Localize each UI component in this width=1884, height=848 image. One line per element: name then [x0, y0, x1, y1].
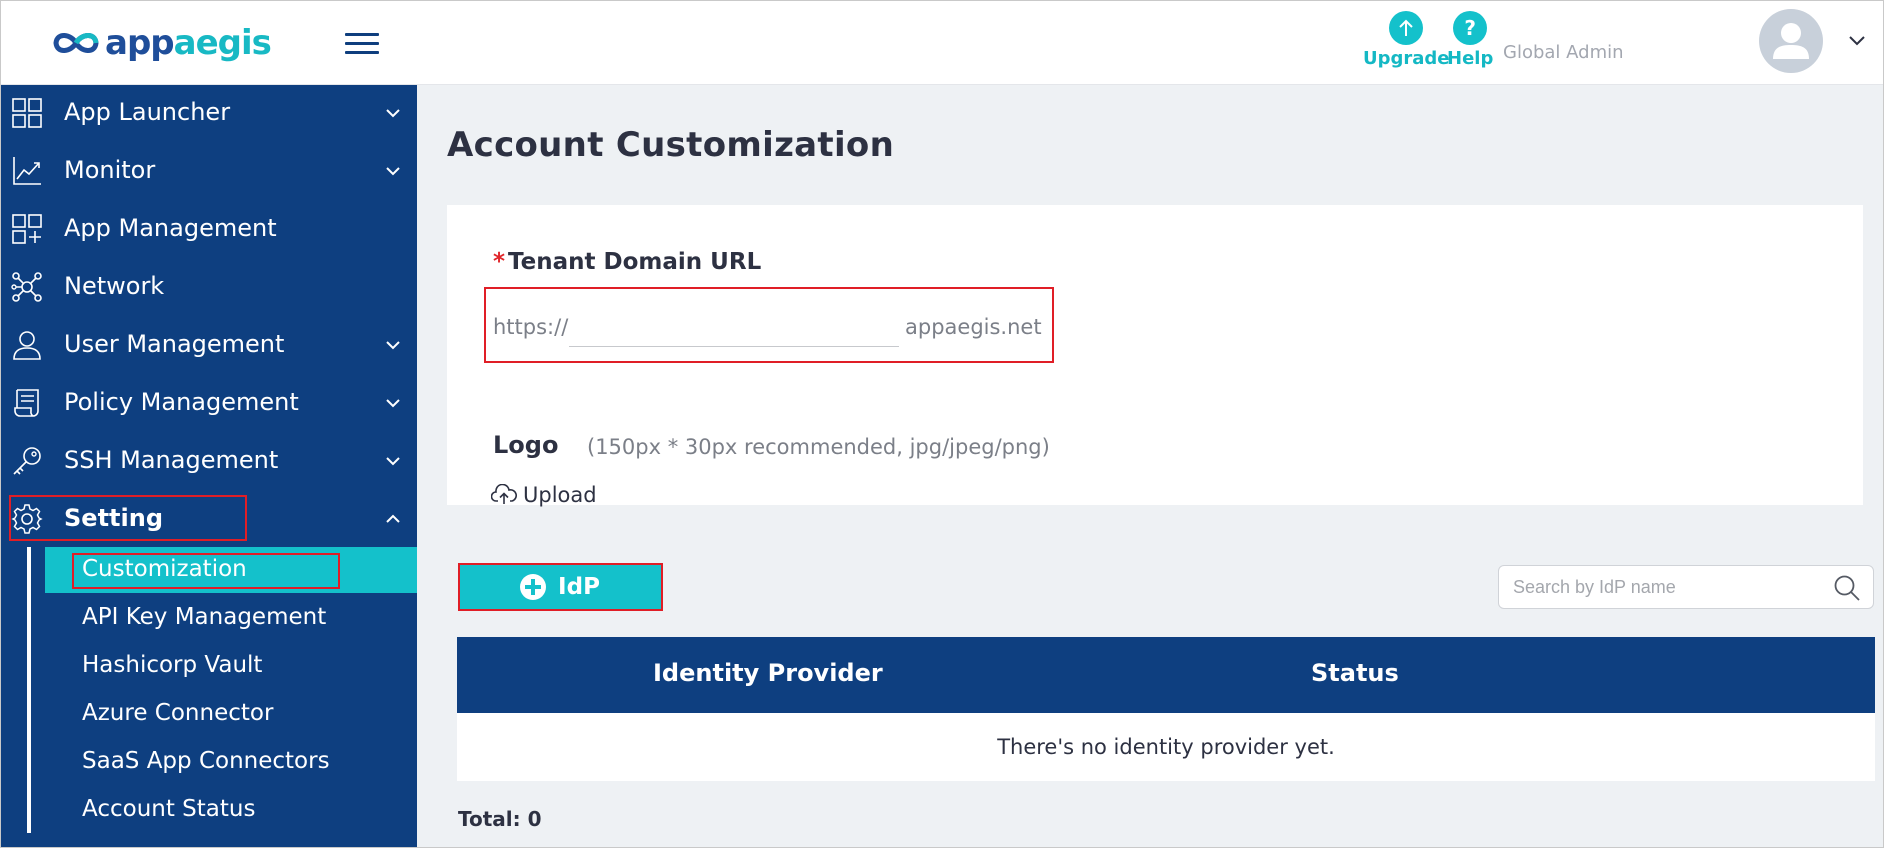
- sidebar-item-user-management[interactable]: User Management: [1, 317, 417, 373]
- sidebar-item-label: Policy Management: [64, 388, 299, 416]
- chevron-down-icon: [386, 109, 400, 118]
- sidebar: App Launcher Monitor App Management Netw…: [1, 85, 417, 847]
- total-count: Total: 0: [458, 807, 542, 831]
- infinity-logo-icon: [53, 33, 99, 53]
- sidebar-subitem-label: SaaS App Connectors: [82, 748, 330, 774]
- logo-text-app: app: [105, 23, 175, 63]
- network-icon: [11, 272, 42, 302]
- policy-icon: [14, 389, 39, 417]
- top-header: appaegis Upgrade ? Help Global Admin: [1, 1, 1883, 85]
- appaegis-logo[interactable]: appaegis: [51, 21, 272, 65]
- sidebar-item-policy-management[interactable]: Policy Management: [1, 375, 417, 431]
- cloud-upload-icon: [491, 484, 517, 504]
- question-mark-icon: ?: [1453, 11, 1488, 45]
- upgrade-label: Upgrade: [1363, 48, 1450, 69]
- apps-plus-icon: [12, 214, 42, 244]
- help-label: Help: [1447, 48, 1494, 69]
- url-suffix: appaegis.net: [905, 315, 1042, 339]
- sidebar-item-label: App Launcher: [64, 98, 231, 126]
- chevron-down-icon: [386, 457, 400, 466]
- sidebar-subitem-azure-connector[interactable]: Azure Connector: [45, 691, 417, 737]
- main-content: Account Customization * Tenant Domain URL…: [417, 85, 1883, 847]
- search-icon[interactable]: [1833, 574, 1861, 602]
- app-window: appaegis Upgrade ? Help Global Admin App…: [0, 0, 1884, 848]
- hamburger-menu-icon[interactable]: [343, 29, 383, 57]
- sidebar-item-app-management[interactable]: App Management: [1, 201, 417, 257]
- sidebar-item-label: Network: [64, 272, 165, 300]
- sidebar-subitem-label: Account Status: [82, 796, 256, 822]
- sidebar-subitem-label: Azure Connector: [82, 700, 274, 726]
- upload-logo-button[interactable]: Upload: [491, 481, 597, 509]
- logo-text-aegis: aegis: [173, 23, 272, 63]
- table-empty-message: There's no identity provider yet.: [457, 713, 1875, 781]
- upgrade-link[interactable]: Upgrade: [1363, 11, 1450, 69]
- idp-table: Identity Provider Status There's no iden…: [457, 637, 1875, 781]
- submenu-rail: [27, 547, 31, 833]
- sidebar-item-label: Setting: [64, 504, 163, 532]
- sidebar-item-monitor[interactable]: Monitor: [1, 143, 417, 199]
- sidebar-item-label: User Management: [64, 330, 285, 358]
- sidebar-subitem-customization[interactable]: Customization: [45, 547, 417, 593]
- key-icon: [13, 447, 41, 475]
- sidebar-subitem-account-status[interactable]: Account Status: [45, 787, 417, 833]
- idp-search: [1498, 565, 1874, 609]
- url-prefix: https://: [493, 315, 569, 339]
- gear-icon: [11, 504, 43, 534]
- sidebar-subitem-api-key-management[interactable]: API Key Management: [45, 595, 417, 641]
- chevron-down-icon: [386, 341, 400, 350]
- sidebar-subitem-label: Customization: [82, 556, 247, 582]
- chart-icon: [13, 157, 41, 185]
- user-avatar-icon: [1773, 23, 1809, 59]
- plus-circle-icon: [520, 574, 547, 600]
- upload-label: Upload: [523, 483, 597, 507]
- sidebar-subitem-saas-app-connectors[interactable]: SaaS App Connectors: [45, 739, 417, 785]
- chevron-up-icon: [386, 514, 400, 523]
- arrow-up-icon: [1389, 11, 1424, 45]
- logo-hint: (150px * 30px recommended, jpg/jpeg/png): [587, 435, 1050, 459]
- required-mark: *: [493, 249, 506, 275]
- user-icon: [13, 331, 41, 360]
- idp-search-input[interactable]: [1513, 570, 1823, 604]
- user-role-label: Global Admin: [1503, 42, 1624, 63]
- grid-icon: [12, 98, 42, 128]
- table-header: Identity Provider Status: [457, 637, 1875, 713]
- tenant-domain-label: * Tenant Domain URL: [493, 249, 761, 275]
- chevron-down-icon: [386, 399, 400, 408]
- help-link[interactable]: ? Help: [1447, 11, 1493, 69]
- sidebar-item-network[interactable]: Network: [1, 259, 417, 315]
- page-title: Account Customization: [447, 125, 895, 165]
- logo-text: appaegis: [105, 23, 272, 63]
- sidebar-subitem-hashicorp-vault[interactable]: Hashicorp Vault: [45, 643, 417, 689]
- sidebar-subitem-label: Hashicorp Vault: [82, 652, 263, 678]
- logo-label: Logo: [493, 431, 559, 459]
- tenant-domain-field: https:// appaegis.net: [485, 289, 1057, 367]
- tenant-domain-label-text: Tenant Domain URL: [508, 249, 762, 275]
- sidebar-item-ssh-management[interactable]: SSH Management: [1, 433, 417, 489]
- sidebar-item-label: SSH Management: [64, 446, 279, 474]
- add-idp-label: IdP: [558, 574, 600, 600]
- column-header-identity-provider[interactable]: Identity Provider: [653, 659, 883, 687]
- sidebar-item-label: Monitor: [64, 156, 156, 184]
- sidebar-item-label: App Management: [64, 214, 277, 242]
- chevron-down-icon: [386, 167, 400, 176]
- customization-card: * Tenant Domain URL https:// appaegis.net…: [447, 205, 1863, 507]
- add-idp-button[interactable]: IdP: [459, 563, 661, 611]
- sidebar-item-app-launcher[interactable]: App Launcher: [1, 85, 417, 141]
- sidebar-subitem-label: API Key Management: [82, 604, 327, 630]
- column-header-status[interactable]: Status: [1311, 659, 1399, 687]
- avatar[interactable]: [1759, 9, 1823, 73]
- sidebar-item-setting[interactable]: Setting: [1, 491, 417, 547]
- chevron-down-icon[interactable]: [1847, 33, 1867, 47]
- tenant-domain-input[interactable]: [569, 303, 899, 347]
